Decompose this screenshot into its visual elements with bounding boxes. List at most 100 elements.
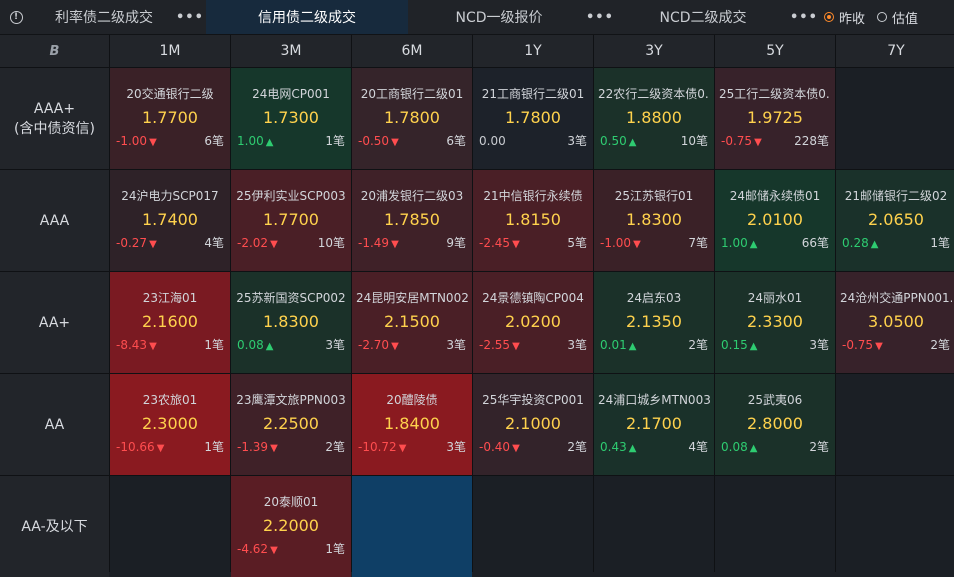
- row-header: AA: [0, 374, 109, 475]
- tab-rate-bond[interactable]: 利率债二级成交 •••: [32, 0, 203, 34]
- bond-cell[interactable]: 25伊利实业SCP003 1.7700 -2.02 ▼ 10笔: [231, 170, 351, 271]
- column-header[interactable]: 1Y: [473, 35, 593, 67]
- bond-cell[interactable]: 25苏新国资SCP002 1.8300 0.08 ▲ 3笔: [231, 272, 351, 373]
- bond-cell[interactable]: 20工商银行二级01 1.7800 -0.50 ▼ 6笔: [352, 68, 472, 169]
- column-header[interactable]: 3Y: [594, 35, 714, 67]
- bond-cell[interactable]: 25华宇投资CP001 2.1000 -0.40 ▼ 2笔: [473, 374, 593, 475]
- bond-name: 21中信银行永续债: [483, 189, 583, 203]
- bond-cell[interactable]: 25工行二级资本债0... 1.9725 -0.75 ▼ 228笔: [715, 68, 835, 169]
- bond-cell[interactable]: 21邮储银行二级02 2.0650 0.28 ▲ 1笔: [836, 170, 954, 271]
- bond-name: 22农行二级资本债0...: [598, 87, 710, 101]
- bond-change-value: 1.00: [237, 133, 264, 148]
- bond-change-value: 1.00: [721, 235, 748, 250]
- trade-count: 2笔: [809, 440, 829, 454]
- bond-cell[interactable]: 20浦发银行二级03 1.7850 -1.49 ▼ 9笔: [352, 170, 472, 271]
- bond-cell[interactable]: 23江海01 2.1600 -8.43 ▼ 1笔: [110, 272, 230, 373]
- bond-cell[interactable]: 21中信银行永续债 1.8150 -2.45 ▼ 5笔: [473, 170, 593, 271]
- bond-cell[interactable]: 22农行二级资本债0... 1.8800 0.50 ▲ 10笔: [594, 68, 714, 169]
- bond-change: 0.08 ▲: [721, 440, 757, 454]
- bond-cell[interactable]: 20醴陵债 1.8400 -10.72 ▼ 3笔: [352, 374, 472, 475]
- bond-change-value: -1.00: [116, 133, 148, 148]
- bond-name: 24沪电力SCP017: [121, 189, 219, 203]
- bond-change-value: -2.70: [358, 337, 390, 352]
- tab-bar: ! 利率债二级成交 ••• 信用债二级成交 NCD一级报价 ••• NCD二级成…: [0, 0, 954, 35]
- row-header: AAA: [0, 170, 109, 271]
- triangle-up-icon: ▲: [749, 442, 758, 454]
- bond-cell[interactable]: 24沧州交通PPN001... 3.0500 -0.75 ▼ 2笔: [836, 272, 954, 373]
- bond-name: 24启东03: [626, 291, 682, 305]
- bond-name: 21邮储银行二级02: [844, 189, 948, 203]
- bond-change-value: 0.01: [600, 337, 627, 352]
- bond-name: 24丽水01: [747, 291, 803, 305]
- empty-cell: [110, 476, 230, 577]
- bond-footer: -0.75 ▼ 228笔: [721, 132, 829, 149]
- bond-cell[interactable]: 25江苏银行01 1.8300 -1.00 ▼ 7笔: [594, 170, 714, 271]
- bond-cell[interactable]: 23鹰潭文旅PPN003 2.2500 -1.39 ▼ 2笔: [231, 374, 351, 475]
- column-header[interactable]: 1M: [110, 35, 230, 67]
- radio-valuation[interactable]: 估值: [877, 8, 918, 27]
- tab-label: NCD二级成交: [659, 10, 747, 26]
- triangle-down-icon: ▼: [875, 340, 883, 352]
- column-header[interactable]: 6M: [352, 35, 472, 67]
- bond-name: 24昆明安居MTN002: [356, 291, 468, 305]
- bond-change: -1.49 ▼: [358, 236, 399, 250]
- tab-credit-bond[interactable]: 信用债二级成交: [206, 0, 408, 34]
- more-icon[interactable]: •••: [176, 10, 203, 25]
- bond-name: 20工商银行二级01: [360, 87, 464, 101]
- bond-change: -8.43 ▼: [116, 338, 157, 352]
- bond-footer: -1.00 ▼ 7笔: [600, 234, 708, 251]
- column-header[interactable]: 7Y: [836, 35, 954, 67]
- empty-cell: [594, 476, 714, 577]
- bond-cell[interactable]: 24沪电力SCP017 1.7400 -0.27 ▼ 4笔: [110, 170, 230, 271]
- trade-count: 3笔: [809, 338, 829, 352]
- credit-matrix: B 1M 3M 6M 1Y 3Y 5Y 7Y AAA+ (含中债资信) 20交通银行二级 1.770…: [0, 35, 954, 577]
- bond-cell[interactable]: 21工商银行二级01 1.7800 0.00 3笔: [473, 68, 593, 169]
- bond-change-value: 0.15: [721, 337, 748, 352]
- bond-cell[interactable]: 24昆明安居MTN002 2.1500 -2.70 ▼ 3笔: [352, 272, 472, 373]
- bond-name: 20醴陵债: [386, 393, 438, 407]
- tab-ncd-primary[interactable]: NCD一级报价 •••: [412, 0, 612, 34]
- bond-change: -2.02 ▼: [237, 236, 278, 250]
- radio-prev-close[interactable]: 昨收: [824, 8, 865, 27]
- bond-change: -1.00 ▼: [116, 134, 157, 148]
- bond-name: 24电网CP001: [252, 87, 330, 101]
- bond-cell[interactable]: 24启东03 2.1350 0.01 ▲ 2笔: [594, 272, 714, 373]
- trade-count: 1笔: [930, 236, 950, 250]
- bond-name: 20浦发银行二级03: [360, 189, 464, 203]
- selected-empty-cell[interactable]: [352, 476, 472, 577]
- triangle-down-icon: ▼: [391, 238, 399, 250]
- bond-cell[interactable]: 20泰顺01 2.2000 -4.62 ▼ 1笔: [231, 476, 351, 577]
- trade-count: 9笔: [446, 236, 466, 250]
- bond-change-value: -8.43: [116, 337, 148, 352]
- triangle-down-icon: ▼: [149, 136, 157, 148]
- bond-cell[interactable]: 20交通银行二级 1.7700 -1.00 ▼ 6笔: [110, 68, 230, 169]
- info-icon[interactable]: !: [0, 0, 32, 34]
- column-header[interactable]: 3M: [231, 35, 351, 67]
- tab-ncd-secondary[interactable]: NCD二级成交 •••: [616, 0, 816, 34]
- bond-change: 0.50 ▲: [600, 134, 636, 148]
- bond-name: 20泰顺01: [263, 495, 319, 509]
- bond-cell[interactable]: 25武夷06 2.8000 0.08 ▲ 2笔: [715, 374, 835, 475]
- bond-yield: 1.7700: [142, 108, 198, 127]
- bond-yield: 1.7700: [263, 210, 319, 229]
- bond-cell[interactable]: 24丽水01 2.3300 0.15 ▲ 3笔: [715, 272, 835, 373]
- triangle-up-icon: ▲: [628, 442, 637, 454]
- bond-change: -0.50 ▼: [358, 134, 399, 148]
- bond-footer: 0.28 ▲ 1笔: [842, 234, 950, 251]
- bond-footer: -2.45 ▼ 5笔: [479, 234, 587, 251]
- bond-footer: 0.50 ▲ 10笔: [600, 132, 708, 149]
- trade-count: 66笔: [801, 236, 829, 250]
- bond-cell[interactable]: 24景德镇陶CP004 2.0200 -2.55 ▼ 3笔: [473, 272, 593, 373]
- more-icon[interactable]: •••: [790, 10, 817, 25]
- column-header[interactable]: 5Y: [715, 35, 835, 67]
- bond-yield: 1.8300: [626, 210, 682, 229]
- bond-change-value: -2.02: [237, 235, 269, 250]
- bond-cell[interactable]: 24浦口城乡MTN003 2.1700 0.43 ▲ 4笔: [594, 374, 714, 475]
- triangle-up-icon: ▲: [265, 340, 274, 352]
- bond-cell[interactable]: 23农旅01 2.3000 -10.66 ▼ 1笔: [110, 374, 230, 475]
- bond-cell[interactable]: 24电网CP001 1.7300 1.00 ▲ 1笔: [231, 68, 351, 169]
- bond-change: -10.66 ▼: [116, 440, 164, 454]
- more-icon[interactable]: •••: [586, 10, 613, 25]
- trade-count: 2笔: [688, 338, 708, 352]
- bond-cell[interactable]: 24邮储永续债01 2.0100 1.00 ▲ 66笔: [715, 170, 835, 271]
